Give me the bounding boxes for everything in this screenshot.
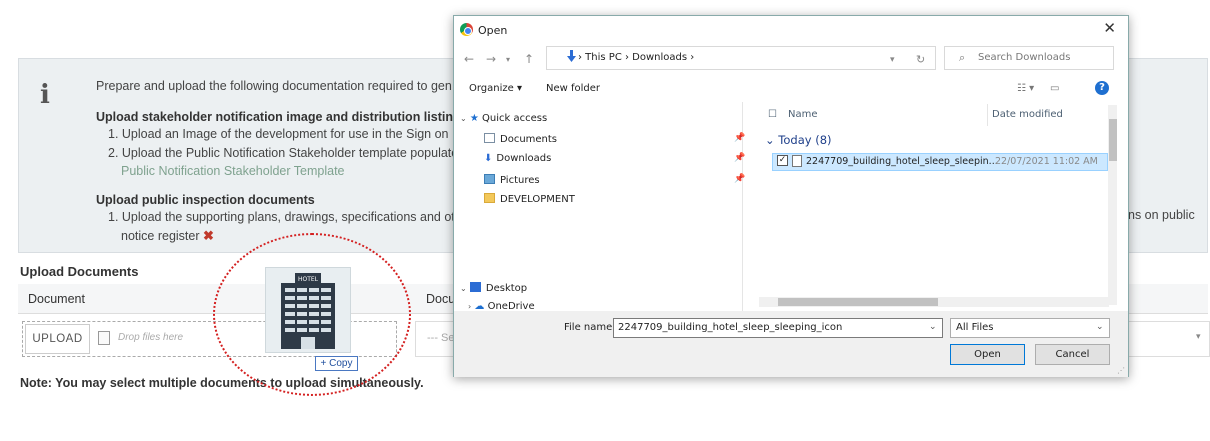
copy-badge: + Copy (315, 356, 358, 371)
help-icon[interactable]: ? (1095, 81, 1109, 95)
instruction-2: 2. Upload the Public Notification Stakeh… (108, 146, 459, 160)
document-type-placeholder: --- Se (427, 332, 455, 344)
search-placeholder: Search Downloads (978, 52, 1071, 63)
column-separator (987, 104, 988, 126)
section-heading-inspection: Upload public inspection documents (96, 193, 315, 207)
resize-grip-icon[interactable]: ⋰ (1117, 366, 1125, 375)
open-file-dialog: Open ✕ ← → ▾ ↑ › This PC › Downloads › ▾… (453, 15, 1129, 377)
up-icon[interactable]: ↑ (524, 52, 534, 66)
desktop-icon (469, 282, 481, 292)
download-icon: ⬇ (484, 153, 493, 164)
chevron-down-icon[interactable]: ⌄ (1096, 322, 1104, 332)
drop-files-placeholder: Drop files here (118, 332, 184, 343)
instruction-3: 1. Upload the supporting plans, drawings… (108, 210, 455, 224)
folder-icon (484, 193, 495, 203)
column-document: Document (28, 292, 85, 306)
nav-desktop[interactable]: ⌄ Desktop (460, 282, 527, 294)
refresh-icon[interactable]: ↻ (916, 53, 925, 66)
open-button[interactable]: Open (950, 344, 1025, 365)
intro-text: Prepare and upload the following documen… (96, 79, 452, 93)
address-path: › This PC › Downloads › (578, 52, 695, 63)
image-file-icon (792, 155, 802, 167)
column-date-modified[interactable]: Date modified (992, 109, 1063, 120)
file-list-scroll-thumb[interactable] (1109, 119, 1117, 161)
column-document-type: Docu (426, 292, 456, 306)
column-name[interactable]: Name (788, 109, 818, 120)
horizontal-scroll-thumb[interactable] (778, 298, 938, 306)
pictures-icon (484, 174, 495, 184)
nav-downloads[interactable]: ⬇ Downloads (484, 153, 551, 164)
file-type-select[interactable]: All Files (950, 318, 1110, 338)
forward-icon[interactable]: → (486, 52, 496, 66)
new-folder-button[interactable]: New folder (546, 83, 600, 94)
nav-documents[interactable]: Documents (484, 133, 557, 145)
dialog-title: Open (478, 24, 508, 37)
info-icon: i (40, 80, 50, 110)
upload-documents-title: Upload Documents (20, 264, 139, 279)
recent-locations-icon[interactable]: ▾ (506, 55, 510, 64)
file-name-label: File name: (564, 322, 616, 333)
downloads-arrow-icon (567, 50, 576, 62)
instruction-1: 1. Upload an Image of the development fo… (108, 127, 459, 141)
nav-scrollbar[interactable] (744, 105, 753, 305)
required-x-icon: ✖ (203, 228, 214, 243)
drag-highlight-circle (213, 233, 411, 396)
section-heading-stakeholder: Upload stakeholder notification image an… (96, 110, 453, 124)
nav-quick-access[interactable]: ⌄ ★ Quick access (460, 113, 547, 124)
nav-pictures[interactable]: Pictures (484, 174, 540, 186)
view-options-icon[interactable]: ☷ ▾ ▭ (1017, 83, 1060, 94)
group-today[interactable]: ⌄ Today (8) (765, 133, 832, 147)
close-icon[interactable]: ✕ (1103, 19, 1116, 37)
select-all-checkbox[interactable]: ☐ (768, 109, 777, 120)
notice-register-text: notice register ✖ (121, 228, 214, 243)
document-icon (484, 133, 495, 143)
file-drop-icon (98, 331, 110, 345)
organize-menu[interactable]: Organize ▾ (469, 83, 522, 94)
address-dropdown-icon[interactable]: ▾ (890, 55, 895, 65)
chrome-icon (460, 23, 473, 36)
chevron-down-icon: ▾ (1196, 331, 1201, 341)
file-date: 22/07/2021 11:02 AM (995, 156, 1098, 167)
cancel-button[interactable]: Cancel (1035, 344, 1110, 365)
file-name: 2247709_building_hotel_sleep_sleepin... (806, 156, 998, 167)
file-name-input[interactable]: 2247709_building_hotel_sleep_sleeping_ic… (613, 318, 943, 338)
upload-button[interactable]: UPLOAD (25, 324, 90, 354)
instruction-3-tail: ns on public (1128, 208, 1195, 222)
chevron-down-icon[interactable]: ⌄ (929, 322, 937, 332)
search-icon: ⌕ (959, 51, 966, 64)
file-checkbox[interactable]: ✓ (777, 155, 788, 166)
nav-development[interactable]: DEVELOPMENT (484, 193, 575, 205)
template-link[interactable]: Public Notification Stakeholder Template (121, 164, 345, 178)
back-icon[interactable]: ← (464, 52, 474, 66)
